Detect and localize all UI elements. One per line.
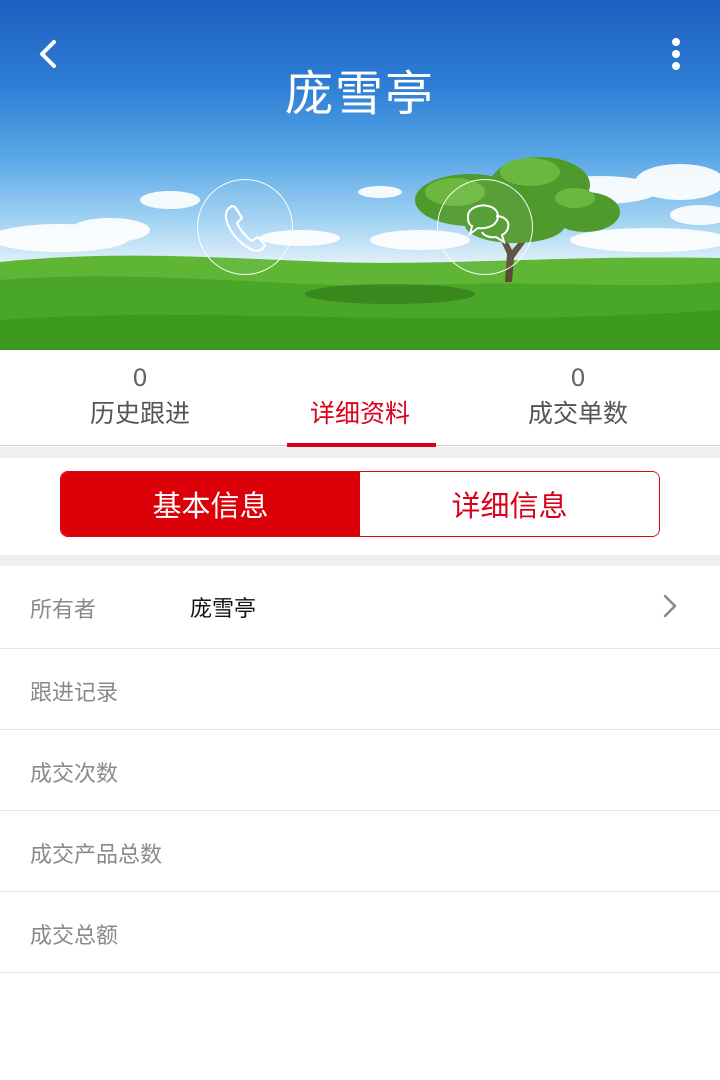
tab-details[interactable]: 详细资料 <box>260 350 460 446</box>
detail-info-segment[interactable]: 详细信息 <box>360 472 659 536</box>
field-label: 成交次数 <box>30 762 119 787</box>
section-divider <box>0 447 720 458</box>
field-label: 跟进记录 <box>30 681 119 706</box>
field-row-followup-records: 跟进记录 <box>0 649 720 730</box>
chat-bubbles-icon <box>466 204 510 245</box>
call-button[interactable] <box>197 179 293 275</box>
basic-info-segment[interactable]: 基本信息 <box>61 472 360 536</box>
field-label: 所有者 <box>30 598 97 623</box>
field-row-deal-amount: 成交总额 <box>0 892 720 973</box>
header-banner: 庞雪亭 <box>0 0 720 350</box>
deals-label: 成交单数 <box>527 399 628 428</box>
tab-history-followup[interactable]: 0 历史跟进 <box>40 350 240 446</box>
field-value: 庞雪亭 <box>190 597 257 622</box>
chevron-right-icon <box>663 594 677 618</box>
tab-deal-orders[interactable]: 0 成交单数 <box>478 350 678 446</box>
field-list: 所有者 庞雪亭 跟进记录 成交次数 成交产品总数 成交总额 <box>0 566 720 973</box>
field-row-owner[interactable]: 所有者 庞雪亭 <box>0 566 720 649</box>
history-label: 历史跟进 <box>89 399 190 428</box>
section-divider <box>0 555 720 566</box>
stats-tabs: 0 历史跟进 详细资料 0 成交单数 <box>0 350 720 446</box>
history-count: 0 <box>132 364 148 392</box>
field-row-deal-products: 成交产品总数 <box>0 811 720 892</box>
field-label: 成交产品总数 <box>30 843 163 868</box>
chat-button[interactable] <box>437 179 533 275</box>
details-label: 详细资料 <box>309 399 410 428</box>
landscape-background <box>0 157 720 350</box>
contact-name: 庞雪亭 <box>284 66 435 122</box>
info-segmented-control: 基本信息 详细信息 <box>60 471 660 537</box>
phone-icon <box>224 204 267 252</box>
field-row-deal-times: 成交次数 <box>0 730 720 811</box>
field-label: 成交总额 <box>30 924 119 949</box>
deals-count: 0 <box>570 364 586 392</box>
